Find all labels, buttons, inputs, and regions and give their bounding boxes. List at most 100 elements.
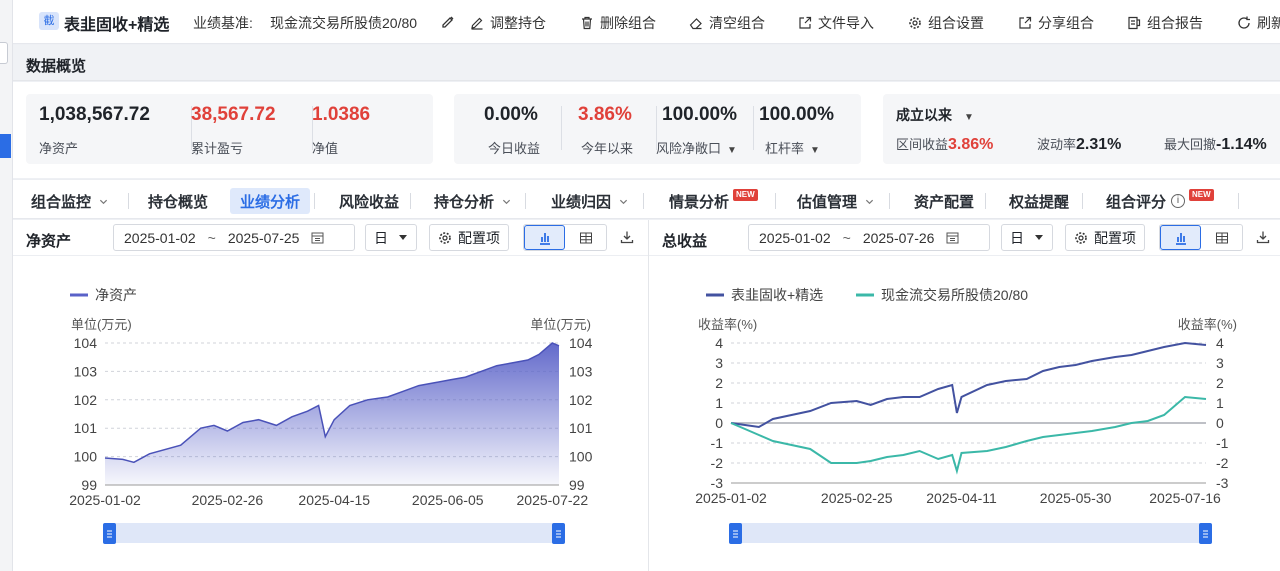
frequency-select[interactable]: 日 — [1001, 224, 1053, 251]
legend-label: 净资产 — [95, 287, 137, 303]
asset-summary-card: 1,038,567.72 净资产 38,567.72 累计盈亏 1.0386 净… — [26, 94, 433, 164]
frequency-value: 日 — [374, 229, 388, 246]
x-tick-label: 2025-04-15 — [298, 492, 370, 508]
eraser-icon — [689, 18, 702, 30]
date-from: 2025-01-02 — [124, 229, 196, 246]
y-tick-label-right: 101 — [569, 420, 593, 436]
file-import-button[interactable]: 文件导入 — [798, 13, 874, 33]
frequency-select[interactable]: 日 — [365, 224, 417, 251]
portfolio-report-button[interactable]: 组合报告 — [1127, 13, 1203, 33]
x-tick-label: 2025-04-11 — [926, 490, 997, 506]
file-import-label: 文件导入 — [818, 15, 874, 31]
tab-separator — [1082, 193, 1083, 209]
range-slider-track — [105, 523, 559, 543]
date-from: 2025-01-02 — [759, 229, 831, 246]
edit-benchmark-icon[interactable] — [441, 14, 455, 28]
date-range-picker[interactable]: 2025-01-02 ~ 2025-07-25 — [113, 224, 355, 251]
tab-4[interactable]: 风险收益 — [329, 188, 409, 214]
total-return-chart: 表韭固收+精选 现金流交易所股债20/80 收益率(%) 收益率(%) -3 -3 -2 -2… — [695, 287, 1237, 544]
share-portfolio-button[interactable]: 分享组合 — [1018, 13, 1094, 33]
leverage-metric[interactable]: 100.00% 杠杆率 ▼ — [753, 94, 853, 164]
table-view-button[interactable] — [565, 225, 606, 250]
portfolio-toolbar: 截 表韭固收+精选 业绩基准: 现金流交易所股债20/80 调整持仓 删除组合 … — [13, 0, 1280, 44]
sidebar-collapse-handle[interactable] — [0, 42, 8, 64]
date-separator: ~ — [207, 229, 216, 246]
y-axis-unit-right: 单位(万元) — [530, 317, 591, 332]
tab-label: 组合监控 — [31, 193, 92, 211]
bar-chart-icon — [1175, 232, 1186, 245]
refresh-button[interactable]: 刷新 — [1237, 13, 1280, 33]
table-view-button[interactable] — [1201, 225, 1242, 250]
benchmark-label: 业绩基准: — [193, 15, 253, 31]
nav-value: 1.0386 — [312, 104, 371, 125]
download-icon[interactable] — [1256, 230, 1270, 244]
area-fill — [105, 343, 559, 485]
tab-2[interactable]: 持仓概览 — [138, 188, 218, 214]
cumulative-pnl-metric: 38,567.72 累计盈亏 — [191, 94, 309, 164]
y-tick-label-right: 1 — [1216, 395, 1224, 411]
x-tick-label: 2025-06-05 — [412, 492, 484, 508]
x-tick-label: 2025-01-02 — [69, 492, 141, 508]
net-exposure-label: 风险净敞口 ▼ — [656, 141, 737, 156]
chart-view-button[interactable] — [1160, 225, 1201, 250]
y-tick-label-right: 103 — [569, 363, 593, 379]
nav-label: 净值 — [312, 141, 339, 156]
table-icon — [1215, 232, 1228, 243]
tab-7[interactable]: 情景分析 NEW — [659, 188, 768, 214]
x-tick-label: 2025-07-16 — [1149, 490, 1221, 506]
clear-portfolio-button[interactable]: 清空组合 — [689, 13, 765, 33]
caret-down-icon: ▼ — [964, 112, 974, 123]
cumulative-pnl-value: 38,567.72 — [191, 104, 276, 125]
total-return-panel-title: 总收益 — [662, 233, 708, 250]
delete-portfolio-button[interactable]: 删除组合 — [580, 13, 656, 33]
net-assets-label: 净资产 — [39, 141, 79, 156]
tab-8[interactable]: 估值管理 — [787, 188, 884, 214]
tab-label: 情景分析 — [669, 193, 730, 211]
portfolio-tag-icon: 截 — [39, 12, 59, 30]
info-icon[interactable]: i — [1171, 194, 1186, 208]
tab-11[interactable]: 组合评分 i NEW — [1096, 188, 1224, 214]
y-tick-label-right: 99 — [569, 477, 585, 493]
return-risk-card: 0.00% 今日收益 3.86% 今年以来 100.00% 风险净敞口 ▼ 100… — [454, 94, 861, 164]
chart-view-button[interactable] — [524, 225, 565, 250]
caret-down-icon: ▼ — [810, 145, 820, 156]
tab-6[interactable]: 业绩归因 — [541, 188, 638, 214]
leverage-value: 100.00% — [759, 104, 835, 125]
legend-label: 表韭固收+精选 — [731, 287, 823, 303]
analysis-tabs: 组合监控 持仓概览 业绩分析 风险收益 持仓分析 业绩归因 情景分析 NEW 估值管理 资产配置 权… — [13, 179, 1280, 219]
volatility-stat: 波动率2.31% — [1037, 136, 1122, 153]
left-sidebar-strip — [0, 0, 13, 571]
chevron-down-icon — [619, 199, 628, 204]
config-button[interactable]: 配置项 — [1065, 224, 1145, 251]
tab-label: 资产配置 — [914, 193, 975, 211]
tab-10[interactable]: 权益提醒 — [999, 188, 1079, 214]
x-tick-label: 2025-07-22 — [517, 492, 589, 508]
y-tick-label-left: 3 — [715, 355, 723, 371]
portfolio-settings-button[interactable]: 组合设置 — [908, 13, 984, 33]
y-tick-label-left: 101 — [74, 420, 98, 436]
date-range-picker[interactable]: 2025-01-02 ~ 2025-07-26 — [748, 224, 990, 251]
delete-portfolio-label: 删除组合 — [600, 15, 656, 31]
tab-3[interactable]: 业绩分析 — [230, 188, 311, 214]
net-exposure-metric[interactable]: 100.00% 风险净敞口 ▼ — [656, 94, 753, 164]
tab-9[interactable]: 资产配置 — [904, 188, 984, 214]
y-axis-unit-left: 单位(万元) — [71, 317, 132, 332]
tab-label: 权益提醒 — [1009, 193, 1070, 211]
report-icon — [1128, 16, 1141, 30]
date-to: 2025-07-26 — [862, 229, 935, 246]
tab-5[interactable]: 持仓分析 — [424, 188, 521, 214]
y-tick-label-left: 4 — [715, 335, 723, 351]
adjust-holdings-button[interactable]: 调整持仓 — [470, 13, 546, 33]
config-button[interactable]: 配置项 — [429, 224, 509, 251]
y-tick-label-left: 102 — [74, 392, 98, 408]
tab-separator — [525, 193, 526, 209]
y-tick-label-left: 1 — [715, 395, 723, 411]
tab-1[interactable]: 组合监控 — [21, 188, 118, 214]
download-icon[interactable] — [620, 230, 634, 244]
caret-down-icon: ▼ — [727, 145, 737, 156]
period-selector[interactable]: 成立以来 ▼ — [896, 105, 974, 125]
sidebar-active-indicator — [0, 134, 11, 158]
y-tick-label-right: -2 — [1216, 455, 1229, 471]
total-return-panel: 总收益 2025-01-02 ~ 2025-07-26 日 配置项 表韭固收+精… — [649, 220, 1280, 571]
ytd-return-metric: 3.86% 今年以来 — [561, 94, 656, 164]
